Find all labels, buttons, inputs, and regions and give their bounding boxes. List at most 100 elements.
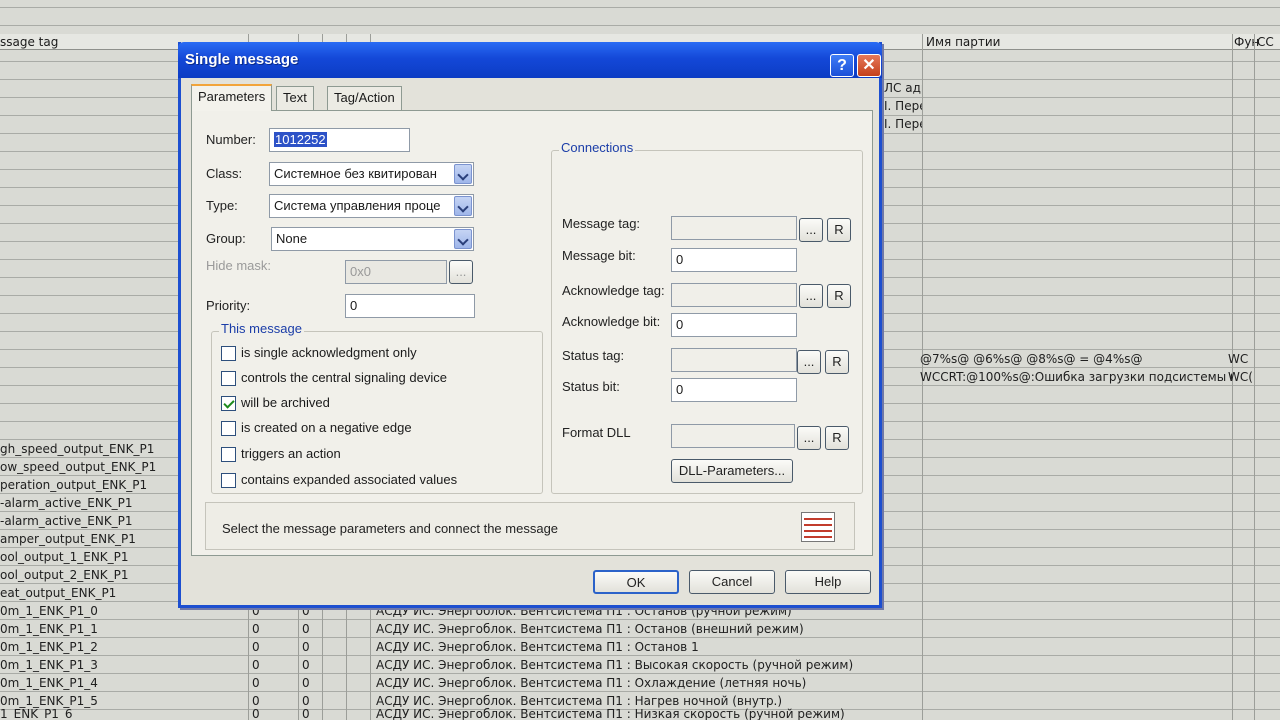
table-row[interactable]: -alarm_active_ENK_P1 xyxy=(0,494,180,512)
table-cell: 0 xyxy=(252,622,260,636)
message-tag-label: Message tag: xyxy=(562,216,641,231)
format-dll-remove-button[interactable]: R xyxy=(825,426,849,450)
message-tag-remove-button[interactable]: R xyxy=(827,218,851,242)
message-tag-browse-button[interactable]: ... xyxy=(799,218,823,242)
col-header-mini[interactable]: СС xyxy=(1257,34,1274,50)
table-row[interactable]: ool_output_1_ENK_P1 xyxy=(0,548,180,566)
table-row[interactable]: -alarm_active_ENK_P1 xyxy=(0,512,180,530)
table-cell: АСДУ ИС. Энергоблок. Вентсистема П1 : Ос… xyxy=(376,640,699,654)
chevron-down-icon[interactable] xyxy=(454,196,472,216)
table-cell: @7%s@ @6%s@ @8%s@ = @4%s@ xyxy=(920,352,1143,366)
checkbox-icon[interactable] xyxy=(221,421,236,436)
table-cell: 0 xyxy=(252,676,260,690)
number-label: Number: xyxy=(206,132,256,147)
table-cell: 0m_1_ENK_P1_0 xyxy=(0,604,98,618)
hide-mask-label: Hide mask: xyxy=(206,258,272,273)
group-label: Group: xyxy=(206,231,246,246)
dll-parameters-button[interactable]: DLL-Parameters... xyxy=(671,459,793,483)
table-cell: 0 xyxy=(302,707,310,720)
format-dll-browse-button[interactable]: ... xyxy=(797,426,821,450)
message-list-icon xyxy=(801,512,835,542)
tab-parameters[interactable]: Parameters xyxy=(191,84,273,111)
cancel-button[interactable]: Cancel xyxy=(689,570,775,594)
chevron-down-icon[interactable] xyxy=(454,164,472,184)
checkbox-icon[interactable] xyxy=(221,346,236,361)
class-select[interactable]: Системное без квитирован xyxy=(269,162,474,186)
table-cell: 0 xyxy=(252,640,260,654)
ok-button[interactable]: OK xyxy=(593,570,679,594)
table-cell: 0 xyxy=(302,676,310,690)
table-cell: I. Пере xyxy=(884,99,922,113)
help-button[interactable]: Help xyxy=(785,570,871,594)
col-header-message-tag[interactable]: ssage tag xyxy=(0,34,58,50)
col-divider xyxy=(1254,34,1255,720)
format-dll-label: Format DLL xyxy=(562,425,631,440)
priority-label: Priority: xyxy=(206,298,251,313)
acknowledge-tag-label: Acknowledge tag: xyxy=(562,283,665,298)
acknowledge-bit-label: Acknowledge bit: xyxy=(562,314,661,329)
status-tag-browse-button[interactable]: ... xyxy=(797,350,821,374)
table-row[interactable]: ow_speed_output_ENK_P1 xyxy=(0,458,180,476)
status-tag-field[interactable] xyxy=(671,348,797,372)
col-header-party[interactable]: Имя партии xyxy=(926,34,1000,50)
tab-text[interactable]: Text xyxy=(276,86,314,110)
acknowledge-tag-browse-button[interactable]: ... xyxy=(799,284,823,308)
acknowledge-tag-field[interactable] xyxy=(671,283,797,307)
message-bit-label: Message bit: xyxy=(562,248,636,263)
table-cell: WCCRT:@100%s@:Ошибка загрузки подсистемы… xyxy=(920,370,1232,384)
type-label: Type: xyxy=(206,198,238,213)
titlebar-help-button[interactable]: ? xyxy=(830,54,854,77)
priority-field[interactable]: 0 xyxy=(345,294,475,318)
table-cell: АСДУ ИС. Энергоблок. Вентсистема П1 : Ох… xyxy=(376,676,807,690)
table-row[interactable]: peration_output_ENK_P1 xyxy=(0,476,180,494)
number-field[interactable]: 1012252 xyxy=(269,128,410,152)
checkbox-icon[interactable] xyxy=(221,371,236,386)
table-row[interactable]: amper_output_ENK_P1 xyxy=(0,530,180,548)
table-row[interactable]: eat_output_ENK_P1 xyxy=(0,584,180,602)
checkbox-icon[interactable] xyxy=(221,473,236,488)
acknowledge-tag-remove-button[interactable]: R xyxy=(827,284,851,308)
table-row[interactable]: gh_speed_output_ENK_P1 xyxy=(0,440,180,458)
table-cell: ЛС адр xyxy=(884,81,922,95)
col-header-fun[interactable]: Фун xyxy=(1234,34,1259,50)
checkbox-icon[interactable] xyxy=(221,447,236,462)
format-dll-field[interactable] xyxy=(671,424,795,448)
titlebar-close-button[interactable]: ✕ xyxy=(857,54,881,77)
connections-title: Connections xyxy=(559,140,636,155)
status-tag-remove-button[interactable]: R xyxy=(825,350,849,374)
chevron-down-icon[interactable] xyxy=(454,229,472,249)
single-message-dialog: Single message ? ✕ Parameters Text Tag/A… xyxy=(178,42,882,608)
acknowledge-bit-field[interactable]: 0 xyxy=(671,313,797,337)
type-select[interactable]: Система управления проце xyxy=(269,194,474,218)
table-cell: WC xyxy=(1228,352,1249,366)
group-select[interactable]: None xyxy=(271,227,474,251)
table-cell: АСДУ ИС. Энергоблок. Вентсистема П1 : Вы… xyxy=(376,658,854,672)
class-label: Class: xyxy=(206,166,243,181)
table-cell: 0m_1_ENK_P1_1 xyxy=(0,622,98,636)
table-cell: 0 xyxy=(302,640,310,654)
table-row[interactable]: ool_output_2_ENK_P1 xyxy=(0,566,180,584)
hide-mask-field[interactable]: 0x0 xyxy=(345,260,447,284)
message-bit-field[interactable]: 0 xyxy=(671,248,797,272)
table-cell: 0 xyxy=(252,707,260,720)
table-cell: АСДУ ИС. Энергоблок. Вентсистема П1 : Ос… xyxy=(376,622,804,636)
table-cell: 1_ENK_P1_6 xyxy=(0,707,73,720)
message-tag-field[interactable] xyxy=(671,216,797,240)
status-tag-label: Status tag: xyxy=(562,348,625,363)
dialog-titlebar[interactable]: Single message ? ✕ xyxy=(178,42,882,78)
table-cell: 0m_1_ENK_P1_2 xyxy=(0,640,98,654)
table-cell: 0m_1_ENK_P1_4 xyxy=(0,676,98,690)
table-cell: АСДУ ИС. Энергоблок. Вентсистема П1 : Ни… xyxy=(376,707,845,720)
table-cell: 0m_1_ENK_P1_3 xyxy=(0,658,98,672)
hide-mask-browse-button[interactable]: ... xyxy=(449,260,473,284)
checkbox-checked-icon[interactable] xyxy=(221,396,236,411)
table-cell: 0 xyxy=(302,658,310,672)
status-bit-field[interactable]: 0 xyxy=(671,378,797,402)
table-cell: WC( xyxy=(1228,370,1252,384)
table-cell: 0 xyxy=(302,622,310,636)
table-cell: 0 xyxy=(252,658,260,672)
table-cell: I. Пере xyxy=(884,117,922,131)
status-bit-label: Status bit: xyxy=(562,379,620,394)
tab-tag-action[interactable]: Tag/Action xyxy=(327,86,402,110)
status-text: Select the message parameters and connec… xyxy=(222,521,559,536)
